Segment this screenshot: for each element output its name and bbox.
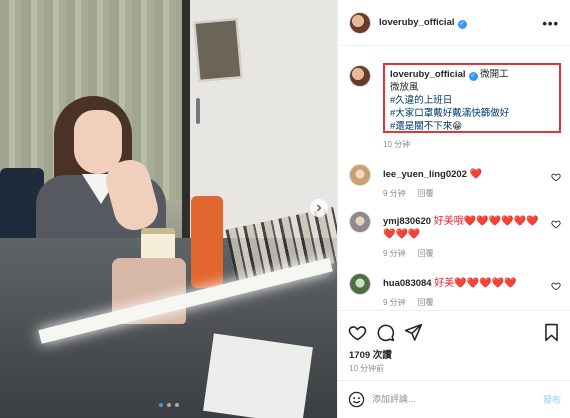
- hashtag-link[interactable]: #久違的上班日: [390, 94, 554, 107]
- caption-text: 微開工: [480, 69, 509, 80]
- post-header: loveruby_official ✓ •••: [338, 0, 570, 46]
- comment-timestamp: 9 分钟: [383, 189, 406, 198]
- avatar[interactable]: [349, 11, 371, 34]
- post-comment-button[interactable]: 發布: [543, 393, 561, 406]
- add-comment-bar: 發布: [338, 380, 570, 418]
- action-bar: [338, 310, 570, 350]
- comment-username[interactable]: lee_yuen_ling0202: [383, 169, 467, 180]
- hashtag-link[interactable]: #還是關不下來: [390, 121, 452, 132]
- comment-meta: 9 分钟 回覆: [383, 188, 434, 199]
- emoji-icon[interactable]: [348, 391, 365, 408]
- caption-first-line: loveruby_official ✓ 微開工: [390, 68, 554, 81]
- verified-badge-icon: ✓: [457, 19, 467, 29]
- comment-body: ymj830620 好美哦❤️❤️❤️❤️❤️❤️❤️❤️❤️: [383, 215, 548, 241]
- avatar[interactable]: [349, 273, 371, 295]
- comment-timestamp: 9 分钟: [383, 298, 406, 307]
- comment-meta: 9 分钟 回覆: [383, 248, 434, 259]
- username-link[interactable]: loveruby_official ✓: [379, 17, 467, 29]
- heart-icon[interactable]: [348, 323, 367, 342]
- caption-last-line: #還是關不下來😁: [390, 120, 554, 133]
- like-comment-icon[interactable]: [551, 281, 561, 291]
- username-text: loveruby_official: [379, 16, 455, 28]
- caption-highlight-box: loveruby_official ✓ 微開工 微放風 #久違的上班日 #大家口罩…: [383, 63, 561, 133]
- post-photo[interactable]: [0, 0, 337, 418]
- post-timestamp: 10 分钟前: [349, 364, 385, 373]
- caption-timestamp: 10 分钟: [383, 140, 411, 149]
- comment-username[interactable]: hua083084: [383, 278, 432, 289]
- verified-badge-icon: ✓: [468, 72, 478, 81]
- comment-text: ❤️: [469, 169, 483, 180]
- like-count[interactable]: 1709 次讚: [349, 347, 392, 361]
- caption-text: 微放風: [390, 82, 419, 93]
- instagram-post-view: loveruby_official ✓ ••• loveruby_official…: [0, 0, 570, 418]
- comment-icon[interactable]: [376, 323, 395, 342]
- avatar[interactable]: [349, 65, 371, 87]
- avatar[interactable]: [349, 164, 371, 186]
- comment-body: hua083084 好美❤️❤️❤️❤️❤️: [383, 277, 548, 290]
- like-comment-icon[interactable]: [551, 172, 561, 182]
- hashtag-link[interactable]: #大家口罩戴好戴滿快篩做好: [390, 107, 554, 120]
- wall-poster: [193, 18, 243, 82]
- comment-body: lee_yuen_ling0202 ❤️: [383, 168, 548, 181]
- comment-text: 好美❤️❤️❤️❤️❤️: [434, 278, 517, 289]
- like-comment-icon[interactable]: [551, 219, 561, 229]
- share-icon[interactable]: [404, 323, 423, 342]
- post-details-panel: loveruby_official ✓ ••• loveruby_official…: [337, 0, 570, 418]
- carousel-dot: [166, 403, 171, 407]
- carousel-dot: [158, 403, 163, 407]
- more-options-icon[interactable]: •••: [542, 16, 559, 31]
- reply-button[interactable]: 回覆: [418, 249, 434, 258]
- comment-input[interactable]: [372, 390, 522, 408]
- orange-bottle: [191, 196, 223, 288]
- carousel-dot: [174, 403, 179, 407]
- door-handle: [196, 98, 200, 124]
- carousel-next-icon: [317, 204, 322, 212]
- bookmark-icon[interactable]: [543, 323, 560, 342]
- reply-button[interactable]: 回覆: [418, 189, 434, 198]
- reply-button[interactable]: 回覆: [418, 298, 434, 307]
- carousel-next-button[interactable]: [310, 199, 328, 217]
- carousel-dots: [0, 403, 337, 407]
- door-frame: [182, 0, 190, 245]
- comment-username[interactable]: ymj830620: [383, 216, 431, 227]
- caption-username[interactable]: loveruby_official: [390, 69, 466, 80]
- grin-emoji: 😁: [452, 121, 463, 132]
- comment-timestamp: 9 分钟: [383, 249, 406, 258]
- comment-meta: 9 分钟 回覆: [383, 297, 434, 308]
- avatar[interactable]: [349, 211, 371, 233]
